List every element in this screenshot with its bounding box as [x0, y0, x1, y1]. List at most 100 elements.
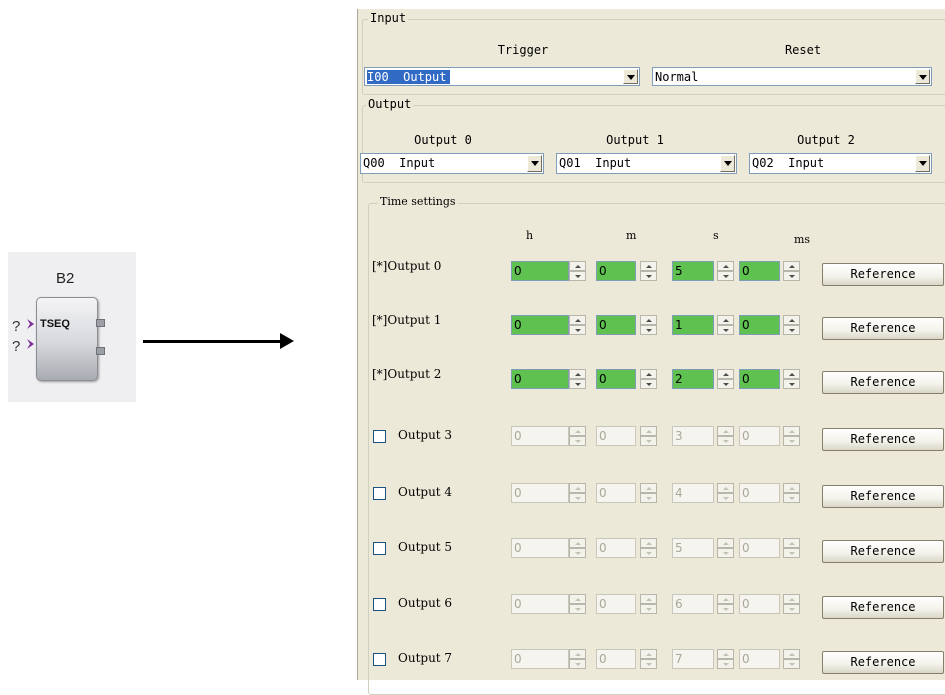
spin-down-arrow-icon[interactable] — [717, 271, 734, 281]
output-1-s-spinner[interactable] — [717, 315, 734, 335]
output-1-h-field[interactable]: 0 — [511, 315, 569, 335]
output-1-h-spinner[interactable] — [569, 315, 586, 335]
spin-down-arrow-icon[interactable] — [783, 325, 800, 335]
spin-down-arrow-icon — [717, 548, 734, 558]
output-4-enable-checkbox[interactable] — [373, 487, 386, 500]
output-2-h-field[interactable]: 0 — [511, 369, 569, 389]
spin-down-arrow-icon[interactable] — [640, 271, 657, 281]
spin-down-arrow-icon — [640, 604, 657, 614]
output-0-reference-button[interactable]: Reference — [822, 263, 944, 286]
reset-dropdown-chevron-icon[interactable] — [915, 69, 930, 84]
output-0-h-spinner[interactable] — [569, 261, 586, 281]
output-2-m-field[interactable]: 0 — [596, 369, 636, 389]
output-5-enable-checkbox[interactable] — [373, 542, 386, 555]
output-0-m-field[interactable]: 0 — [596, 261, 636, 281]
output-2-s-field[interactable]: 2 — [672, 369, 714, 389]
output-4-h-field: 0 — [511, 483, 569, 503]
spin-down-arrow-icon — [569, 548, 586, 558]
output-1-select-value: Q01 Input — [559, 156, 632, 170]
output-3-m-spinner — [640, 426, 657, 446]
spin-down-arrow-icon[interactable] — [640, 325, 657, 335]
output-6-enable-checkbox[interactable] — [373, 598, 386, 611]
output-5-h-field: 0 — [511, 538, 569, 558]
output-5-ms-field: 0 — [739, 538, 780, 558]
spin-down-arrow-icon[interactable] — [569, 271, 586, 281]
output-2-m-spinner[interactable] — [640, 369, 657, 389]
output-0-s-field[interactable]: 5 — [672, 261, 714, 281]
output-0-s-spinner[interactable] — [717, 261, 734, 281]
output-1-ms-spinner[interactable] — [783, 315, 800, 335]
output-1-s-field[interactable]: 1 — [672, 315, 714, 335]
spin-up-arrow-icon[interactable] — [569, 315, 586, 325]
column-ms-header: ms — [794, 233, 811, 246]
output-0-dropdown-chevron-icon[interactable] — [527, 155, 542, 172]
output-1-ms-field[interactable]: 0 — [739, 315, 780, 335]
output-3-reference-button[interactable]: Reference — [822, 428, 944, 451]
spin-down-arrow-icon[interactable] — [569, 325, 586, 335]
output-2-dropdown-chevron-icon[interactable] — [915, 155, 930, 172]
spin-up-arrow-icon[interactable] — [640, 315, 657, 325]
output-6-reference-button[interactable]: Reference — [822, 596, 944, 619]
spin-up-arrow-icon[interactable] — [783, 315, 800, 325]
output-2-select[interactable]: Q02 Input — [749, 153, 932, 174]
spin-down-arrow-icon[interactable] — [640, 379, 657, 389]
time-settings-title: Time settings — [378, 195, 458, 208]
trigger-select[interactable]: I00 Output — [364, 67, 640, 86]
spin-up-arrow-icon[interactable] — [717, 369, 734, 379]
output-3-enable-checkbox[interactable] — [373, 430, 386, 443]
spin-up-arrow-icon — [569, 483, 586, 493]
spin-up-arrow-icon[interactable] — [717, 315, 734, 325]
output-1-m-spinner[interactable] — [640, 315, 657, 335]
output-0-ms-field[interactable]: 0 — [739, 261, 780, 281]
spin-up-arrow-icon — [783, 594, 800, 604]
output-1-select[interactable]: Q01 Input — [556, 153, 737, 174]
output-0-ms-spinner[interactable] — [783, 261, 800, 281]
spin-down-arrow-icon[interactable] — [569, 379, 586, 389]
output-7-s-spinner — [717, 649, 734, 669]
output-6-s-spinner — [717, 594, 734, 614]
output-0-select[interactable]: Q00 Input — [360, 153, 544, 174]
output-5-s-spinner — [717, 538, 734, 558]
output-4-reference-button[interactable]: Reference — [822, 485, 944, 508]
output-2-ms-field[interactable]: 0 — [739, 369, 780, 389]
output-2-h-spinner[interactable] — [569, 369, 586, 389]
output-4-s-spinner — [717, 483, 734, 503]
output-2-ms-spinner[interactable] — [783, 369, 800, 389]
output-5-reference-button[interactable]: Reference — [822, 540, 944, 563]
spin-up-arrow-icon — [783, 649, 800, 659]
output-7-row-label: Output 7 — [398, 651, 453, 665]
output-5-m-field: 0 — [596, 538, 636, 558]
output-0-h-field[interactable]: 0 — [511, 261, 569, 281]
spin-up-arrow-icon — [717, 538, 734, 548]
output-0-m-spinner[interactable] — [640, 261, 657, 281]
output-1-reference-button[interactable]: Reference — [822, 317, 944, 340]
tseq-function-block[interactable] — [36, 297, 98, 381]
output-7-reference-button[interactable]: Reference — [822, 651, 944, 674]
reset-select[interactable]: Normal — [652, 67, 932, 86]
output-3-ms-spinner — [783, 426, 800, 446]
spin-down-arrow-icon[interactable] — [717, 379, 734, 389]
spin-up-arrow-icon[interactable] — [783, 261, 800, 271]
output-7-enable-checkbox[interactable] — [373, 653, 386, 666]
spin-down-arrow-icon[interactable] — [783, 379, 800, 389]
output-1-m-field[interactable]: 0 — [596, 315, 636, 335]
output-1-dropdown-chevron-icon[interactable] — [720, 155, 735, 172]
spin-up-arrow-icon[interactable] — [783, 369, 800, 379]
output-2-reference-button[interactable]: Reference — [822, 371, 944, 394]
spin-down-arrow-icon[interactable] — [717, 325, 734, 335]
output-0-select-value: Q00 Input — [363, 156, 436, 170]
spin-up-arrow-icon — [569, 538, 586, 548]
spin-up-arrow-icon — [569, 594, 586, 604]
spin-down-arrow-icon — [640, 659, 657, 669]
output-pin-1[interactable] — [96, 319, 105, 327]
trigger-dropdown-chevron-icon[interactable] — [623, 69, 638, 84]
output-pin-2[interactable] — [96, 347, 105, 355]
spin-up-arrow-icon[interactable] — [569, 369, 586, 379]
input-2-chevron-icon — [27, 339, 34, 349]
spin-up-arrow-icon[interactable] — [640, 369, 657, 379]
spin-down-arrow-icon[interactable] — [783, 271, 800, 281]
spin-up-arrow-icon[interactable] — [717, 261, 734, 271]
spin-up-arrow-icon[interactable] — [640, 261, 657, 271]
output-2-s-spinner[interactable] — [717, 369, 734, 389]
spin-up-arrow-icon[interactable] — [569, 261, 586, 271]
